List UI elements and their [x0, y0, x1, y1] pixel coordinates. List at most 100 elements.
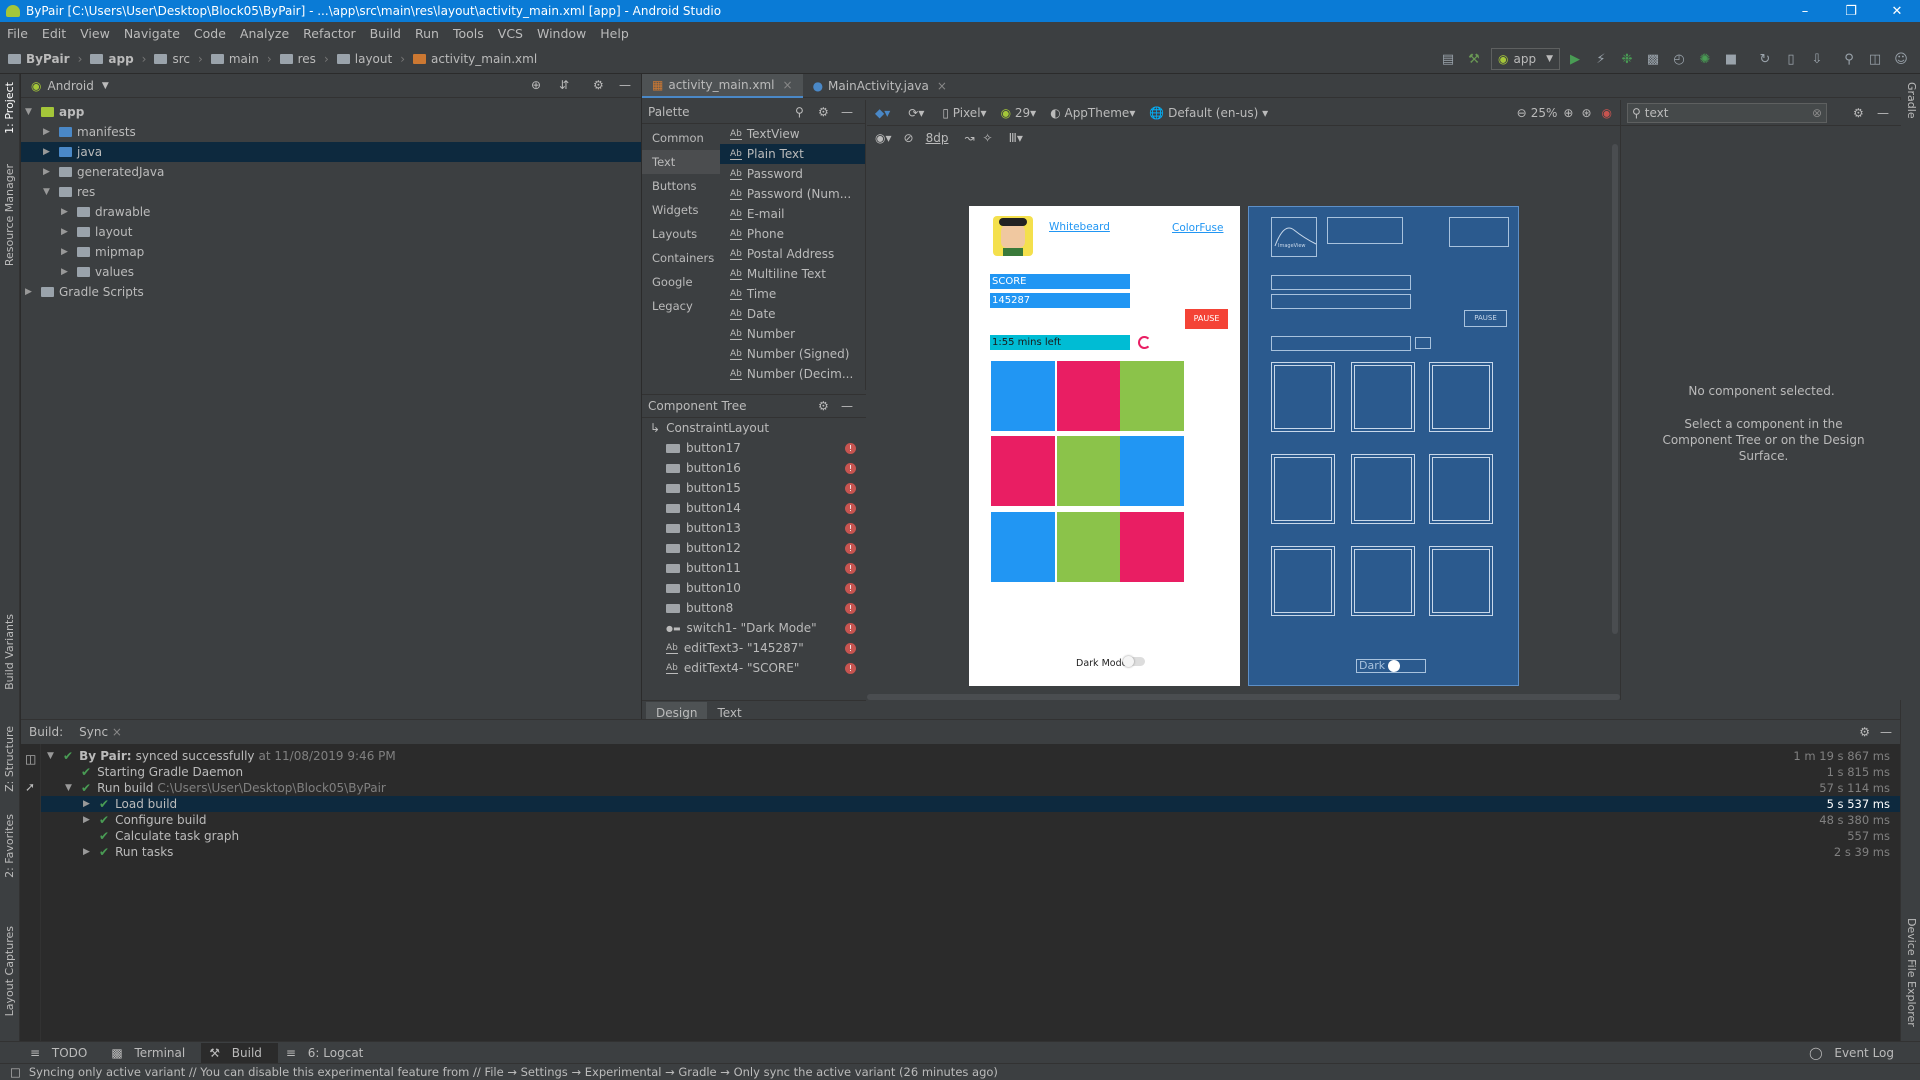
pin-icon[interactable]: ➚ — [25, 780, 35, 794]
breadcrumb-main[interactable]: main › — [210, 52, 272, 66]
palette-item[interactable]: Ab TextView — [720, 124, 865, 144]
status-icon[interactable]: □ — [10, 1065, 21, 1079]
clear-search-icon[interactable]: ⊗ — [1812, 106, 1822, 120]
component-tree-item[interactable]: ●▬ switch1- "Dark Mode"! — [642, 618, 866, 638]
profile-icon[interactable]: ◴ — [1668, 48, 1690, 70]
menu-tools[interactable]: Tools — [446, 26, 491, 41]
app-name-link[interactable]: ColorFuse — [1172, 222, 1223, 234]
error-icon[interactable]: ! — [845, 662, 856, 674]
theme-select[interactable]: ◐ AppTheme▾ — [1050, 106, 1135, 120]
project-structure-dialog-icon[interactable]: ◫ — [1864, 48, 1886, 70]
error-icon[interactable]: ! — [845, 462, 856, 474]
tab-activity-main-xml[interactable]: ▦ activity_main.xml × — [642, 74, 803, 98]
palette-item[interactable]: Ab Phone — [720, 224, 865, 244]
tool-logcat[interactable]: ≡ 6: Logcat — [278, 1046, 379, 1060]
spinner-outline[interactable] — [1415, 337, 1431, 349]
project-view-mode[interactable]: Android — [47, 79, 93, 93]
imageview-outline[interactable]: ImageView — [1271, 217, 1317, 257]
avd-manager-icon[interactable]: ▯ — [1780, 48, 1802, 70]
tool-window-resource-manager[interactable]: Resource Manager — [3, 164, 16, 266]
build-output-row[interactable]: ▶ ✔ Run tasks 2 s 39 ms — [41, 844, 1900, 860]
error-indicator-icon[interactable]: ◉ — [1602, 106, 1612, 120]
palette-item[interactable]: Ab Time — [720, 284, 865, 304]
palette-item[interactable]: Ab Postal Address — [720, 244, 865, 264]
tile-outline[interactable] — [1271, 454, 1335, 524]
tile-outline[interactable] — [1351, 362, 1415, 432]
expand-arrow-icon[interactable]: ▶ — [25, 287, 35, 297]
project-tree-item[interactable]: ▶ layout — [21, 222, 641, 242]
restore-icon[interactable]: ❐ — [1828, 0, 1874, 22]
menu-analyze[interactable]: Analyze — [233, 26, 296, 41]
color-tile-button[interactable] — [1057, 512, 1121, 582]
project-tree-item[interactable]: ▶ mipmap — [21, 242, 641, 262]
menu-vcs[interactable]: VCS — [491, 26, 530, 41]
run-config-select[interactable]: ◉ app ▼ — [1491, 48, 1560, 70]
zoom-out-icon[interactable]: ⊖ — [1517, 106, 1527, 120]
gear-icon[interactable]: ⚙ — [818, 105, 829, 119]
project-tree-item[interactable]: ▶ Gradle Scripts — [21, 282, 641, 302]
api-level-select[interactable]: ◉ 29▾ — [1001, 106, 1037, 120]
tool-window-device-file-explorer[interactable]: Device File Explorer — [1905, 918, 1918, 1027]
hide-panel-icon[interactable]: — — [1880, 725, 1892, 739]
score-label-outline[interactable] — [1271, 275, 1411, 290]
zoom-in-icon[interactable]: ⊕ — [1563, 106, 1573, 120]
build-output-row[interactable]: ▼ ✔ Run build C:\Users\User\Desktop\Block05… — [41, 780, 1900, 796]
tool-window-gradle[interactable]: Gradle — [1905, 82, 1918, 119]
locate-icon[interactable]: ⊕ — [531, 78, 541, 92]
search-icon[interactable]: ⚲ — [795, 105, 804, 119]
error-icon[interactable]: ! — [845, 442, 856, 454]
hide-panel-icon[interactable]: — — [841, 105, 853, 119]
palette-item[interactable]: Ab Number (Decim... — [720, 364, 865, 384]
component-tree-item[interactable]: button8! — [642, 598, 866, 618]
score-value-outline[interactable] — [1271, 294, 1411, 309]
tab-sync[interactable]: Sync × — [77, 721, 124, 743]
sync-gradle-icon[interactable]: ↻ — [1754, 48, 1776, 70]
gear-icon[interactable]: ⚙ — [818, 399, 829, 413]
expand-arrow-icon[interactable]: ▼ — [25, 107, 35, 117]
error-icon[interactable]: ! — [845, 542, 856, 554]
attach-debugger-icon[interactable]: ✺ — [1694, 48, 1716, 70]
build-output-row[interactable]: ▼ ✔ By Pair: synced successfully at 11/08/20… — [41, 748, 1900, 764]
error-icon[interactable]: ! — [845, 602, 856, 614]
expand-arrow-icon[interactable]: ▶ — [83, 815, 93, 825]
tool-window-build-variants[interactable]: Build Variants — [3, 614, 16, 690]
palette-item[interactable]: Ab Number — [720, 324, 865, 344]
expand-arrow-icon[interactable]: ▶ — [83, 799, 93, 809]
tile-outline[interactable] — [1429, 546, 1493, 616]
menu-refactor[interactable]: Refactor — [296, 26, 362, 41]
error-icon[interactable]: ! — [845, 482, 856, 494]
locale-select[interactable]: 🌐 Default (en-us) ▾ — [1149, 106, 1268, 120]
error-icon[interactable]: ! — [845, 642, 856, 654]
tool-build[interactable]: ⚒ Build — [201, 1042, 278, 1063]
expand-arrow-icon[interactable]: ▼ — [47, 751, 57, 761]
menu-code[interactable]: Code — [187, 26, 233, 41]
menu-window[interactable]: Window — [530, 26, 593, 41]
palette-category[interactable]: Layouts — [642, 222, 720, 246]
component-tree-item[interactable]: Ab editText4- "SCORE"! — [642, 658, 866, 678]
timer-outline[interactable] — [1271, 336, 1411, 351]
palette-category[interactable]: Common — [642, 126, 720, 150]
design-surface-icon[interactable]: ◆▾ — [875, 106, 890, 120]
hide-panel-icon[interactable]: — — [1877, 106, 1889, 120]
eye-icon[interactable]: ◉▾ — [875, 131, 892, 145]
expand-arrow-icon[interactable]: ▶ — [61, 267, 71, 277]
menu-build[interactable]: Build — [363, 26, 408, 41]
component-tree-item[interactable]: button15! — [642, 478, 866, 498]
menu-run[interactable]: Run — [408, 26, 446, 41]
blueprint-preview[interactable]: ImageView PAUSE Dark — [1248, 206, 1519, 686]
user-icon[interactable]: ☺ — [1890, 48, 1912, 70]
tab-mainactivity-java[interactable]: ● MainActivity.java × — [803, 74, 957, 98]
canvas-horizontal-scrollbar[interactable] — [867, 694, 1620, 700]
build-output-row[interactable]: ✔ Starting Gradle Daemon 1 s 815 ms — [41, 764, 1900, 780]
palette-category[interactable]: Buttons — [642, 174, 720, 198]
attribute-search-input[interactable]: ⚲ text ⊗ — [1627, 103, 1827, 123]
event-log-button[interactable]: ◯ Event Log — [1801, 1046, 1910, 1060]
infer-constraints-icon[interactable]: ✧ — [983, 131, 993, 145]
expand-arrow-icon[interactable]: ▶ — [83, 847, 93, 857]
menu-file[interactable]: File — [0, 26, 35, 41]
hide-panel-icon[interactable]: — — [841, 399, 853, 413]
tool-window-project[interactable]: 1: Project — [3, 82, 16, 134]
tool-terminal[interactable]: ▩ Terminal — [103, 1046, 201, 1060]
color-tile-button[interactable] — [991, 436, 1055, 506]
palette-item[interactable]: Ab Plain Text — [720, 144, 865, 164]
